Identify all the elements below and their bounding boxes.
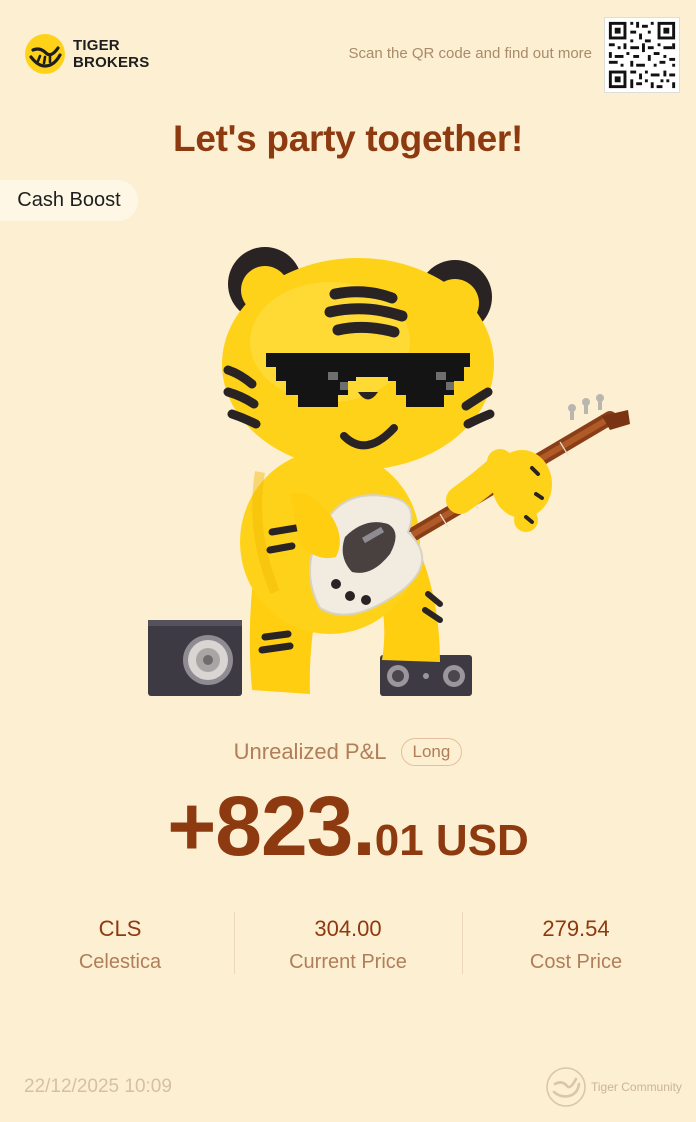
stat-ticker-value: CLS — [98, 916, 142, 941]
pnl-value-main: +823. — [167, 779, 376, 873]
stat-cost-price-value: 279.54 — [542, 916, 610, 941]
pnl-label: Unrealized P&L — [233, 739, 387, 764]
brand-name-line2: BROKERS — [73, 54, 150, 71]
brand-name-line1: TIGER — [73, 37, 120, 54]
stat-current-price-value: 304.00 — [314, 916, 382, 941]
pnl-value-fraction: 01 — [374, 816, 424, 865]
stat-ticker-label: Celestica — [78, 951, 162, 973]
position-badge: Long — [400, 738, 463, 766]
stats-row: CLS Celestica 304.00 Current Price 279.5… — [6, 912, 690, 974]
community-text: Tiger Community — [591, 1080, 682, 1094]
qr-code-icon[interactable] — [604, 17, 680, 93]
share-card: TIGER BROKERS Scan the QR code and find … — [0, 0, 696, 1122]
stat-ticker: CLS Celestica — [6, 912, 234, 974]
stat-cost-price-label: Cost Price — [529, 951, 623, 973]
pnl-currency: USD — [423, 816, 529, 865]
tiger-community-logo: Tiger Community — [544, 1065, 682, 1109]
brand: TIGER BROKERS — [24, 33, 149, 75]
tiger-guitar-mascot-illustration — [148, 247, 630, 696]
pnl-value: +823.01 USD — [0, 778, 696, 875]
stat-current-price: 304.00 Current Price — [234, 912, 462, 974]
stat-current-price-label: Current Price — [289, 951, 407, 973]
stat-cost-price: 279.54 Cost Price — [462, 912, 690, 974]
timestamp: 22/12/2025 10:09 — [24, 1076, 172, 1097]
headline: Let's party together! — [173, 118, 523, 159]
community-logo-icon — [546, 1067, 586, 1107]
brand-name: TIGER BROKERS — [73, 37, 149, 71]
tiger-logo-icon — [25, 34, 65, 74]
speaker-left — [148, 620, 242, 696]
cash-boost-tag: Cash Boost — [0, 180, 138, 221]
pnl-header: Unrealized P&L Long — [0, 738, 696, 766]
scan-qr-text: Scan the QR code and find out more — [348, 45, 592, 62]
